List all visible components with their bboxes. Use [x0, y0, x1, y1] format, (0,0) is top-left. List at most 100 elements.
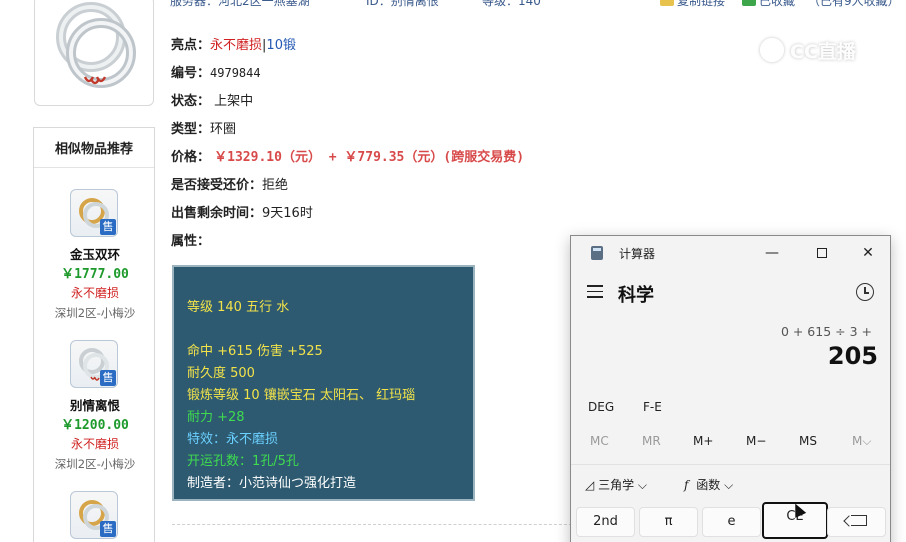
- item-id-row: 编号：4979844: [171, 62, 261, 81]
- trigonometry-dropdown[interactable]: ◿ 三角学 ⌵: [585, 476, 647, 493]
- memory-list-button[interactable]: M⌵: [852, 434, 871, 449]
- similar-items-panel: 相似物品推荐 售 金玉双环 ￥1777.00 永不磨损 深圳2区-小梅沙 售 别…: [33, 127, 155, 542]
- attribute-panel: 等级 140 五行 水 命中 +615 伤害 +525 耐久度 500 锻炼等级…: [172, 265, 475, 501]
- jade-ring-image: [56, 2, 136, 88]
- type-row: 类型：环圈: [171, 118, 236, 137]
- attr-line: 锻炼等级 10 镶嵌宝石 太阳石、 红玛瑙: [187, 388, 416, 403]
- calculator-mode-title: 科学: [618, 285, 654, 306]
- calculator-expression: 0 + 615 ÷ 3 +: [780, 324, 872, 339]
- second-function-key[interactable]: 2nd: [576, 507, 635, 537]
- favorite-count-text: （已有9人收藏）: [808, 0, 900, 8]
- angle-unit-button[interactable]: DEG: [588, 400, 614, 414]
- price-row: 价格： ￥1329.10（元） + ￥779.35（元）(跨服交易费): [171, 146, 524, 165]
- calculator-window[interactable]: 计算器 — ✕ 科学 0 + 615 ÷ 3 + 205 DEG F-E MC …: [570, 235, 891, 542]
- counter-offer-row: 是否接受还价：拒绝: [171, 174, 288, 193]
- counter-offer-label: 是否接受还价：: [171, 178, 263, 193]
- seller-id-text: ID：别情离恨: [366, 0, 439, 8]
- type-value: 环圈: [210, 122, 237, 137]
- favorite-button[interactable]: 已收藏: [742, 0, 795, 9]
- type-label: 类型：: [171, 122, 211, 137]
- memory-clear-button[interactable]: MC: [590, 434, 609, 448]
- attr-line: 等级 140 五行 水: [187, 300, 290, 315]
- price-label: 价格：: [171, 150, 211, 165]
- memory-store-button[interactable]: MS: [799, 434, 817, 448]
- attributes-row: 属性：: [171, 230, 210, 249]
- minimize-button[interactable]: —: [749, 238, 795, 268]
- favorite-icon: [742, 0, 756, 6]
- similar-item-server: 深圳2区-小梅沙: [54, 457, 136, 471]
- calculator-app-icon: [591, 246, 603, 260]
- watermark-logo-icon: [760, 38, 784, 62]
- close-button[interactable]: ✕: [845, 238, 890, 268]
- section-divider: [172, 524, 572, 525]
- copy-link-button[interactable]: 复制链接: [660, 0, 725, 9]
- server-text: 服务器：河北2区一燕塞湖: [170, 0, 310, 8]
- similar-item-price: ￥1200.00: [61, 418, 129, 433]
- price-value: ￥1329.10（元） + ￥779.35（元）(跨服交易费): [214, 150, 525, 165]
- backspace-icon: [850, 515, 867, 526]
- attr-spacer: [187, 319, 473, 341]
- highlight-value: 永不磨损: [210, 38, 263, 53]
- e-key[interactable]: e: [702, 507, 761, 537]
- fe-button[interactable]: F-E: [643, 400, 662, 414]
- chevron-down-icon: ⌵: [724, 478, 734, 492]
- attr-line: 命中 +615 伤害 +525: [187, 344, 323, 359]
- backspace-key[interactable]: [827, 507, 886, 537]
- chevron-down-icon: ⌵: [637, 478, 648, 492]
- similar-item-tag: 永不磨损: [70, 437, 119, 451]
- calculator-app-name: 计算器: [619, 247, 656, 261]
- attr-line: 耐力 +28: [187, 410, 245, 425]
- functions-dropdown[interactable]: f 函数 ⌵: [684, 476, 733, 493]
- similar-item-tag: 永不磨损: [70, 286, 119, 300]
- copy-link-icon: [660, 0, 674, 6]
- highlight-row: 亮点：永不磨损|10锻: [171, 34, 296, 53]
- similar-items-title: 相似物品推荐: [34, 128, 154, 168]
- sale-badge: 售: [100, 521, 116, 537]
- similar-item-server: 深圳2区-小梅沙: [54, 306, 136, 320]
- calculator-result: 205: [827, 342, 878, 370]
- highlight-extra: 10锻: [266, 38, 296, 53]
- function-divider: [571, 464, 890, 465]
- similar-item-thumbnail[interactable]: 售: [70, 189, 118, 237]
- watermark-text: CC直播: [790, 40, 856, 63]
- remaining-time-row: 出售剩余时间：9天16时: [171, 202, 313, 221]
- pi-key[interactable]: π: [639, 507, 698, 537]
- stream-watermark: CC直播: [760, 34, 890, 66]
- status-label: 状态：: [171, 94, 211, 109]
- history-icon[interactable]: [856, 283, 874, 301]
- maximize-icon: [817, 248, 827, 258]
- similar-item-price: ￥1777.00: [61, 267, 129, 282]
- functions-label: 函数: [696, 478, 721, 492]
- memory-subtract-button[interactable]: M−: [746, 434, 766, 448]
- similar-item-thumbnail[interactable]: 售: [70, 340, 118, 388]
- item-id-value: 4979844: [210, 66, 261, 80]
- status-row: 状态： 上架中: [171, 90, 253, 109]
- counter-offer-value: 拒绝: [262, 178, 289, 193]
- item-id-label: 编号：: [171, 66, 211, 81]
- item-header-strip: 服务器：河北2区一燕塞湖 ID：别情离恨 等级：140 复制链接 已收藏 （已有…: [170, 0, 906, 10]
- attr-line: 开运孔数：1孔/5孔: [187, 454, 299, 469]
- attr-line: 制造者：小范诗仙つ强化打造: [187, 476, 357, 491]
- remaining-time-label: 出售剩余时间：: [171, 206, 263, 221]
- similar-item-name[interactable]: 金玉双环: [34, 244, 156, 263]
- maximize-button[interactable]: [799, 238, 845, 268]
- calculator-title-bar[interactable]: 计算器 — ✕: [571, 236, 890, 270]
- triangle-icon: ◿: [585, 478, 595, 492]
- attr-line: 特效：永不磨损: [187, 432, 279, 447]
- attr-line: 耐久度 500: [187, 366, 255, 381]
- memory-add-button[interactable]: M+: [693, 434, 713, 448]
- highlight-label: 亮点：: [171, 38, 211, 53]
- item-main-image[interactable]: [34, 0, 154, 106]
- similar-item-name[interactable]: 别情离恨: [34, 395, 156, 414]
- remaining-time-value: 9天16时: [262, 206, 313, 221]
- attributes-label: 属性：: [171, 234, 211, 249]
- trigonometry-label: 三角学: [598, 478, 635, 492]
- function-icon: f: [684, 478, 689, 492]
- sale-badge: 售: [100, 219, 116, 235]
- similar-item-thumbnail[interactable]: 售: [70, 491, 118, 539]
- sale-badge: 售: [100, 370, 116, 386]
- menu-icon[interactable]: [587, 285, 603, 302]
- seller-level-text: 等级：140: [482, 0, 541, 8]
- status-value: 上架中: [214, 94, 254, 109]
- memory-recall-button[interactable]: MR: [642, 434, 661, 448]
